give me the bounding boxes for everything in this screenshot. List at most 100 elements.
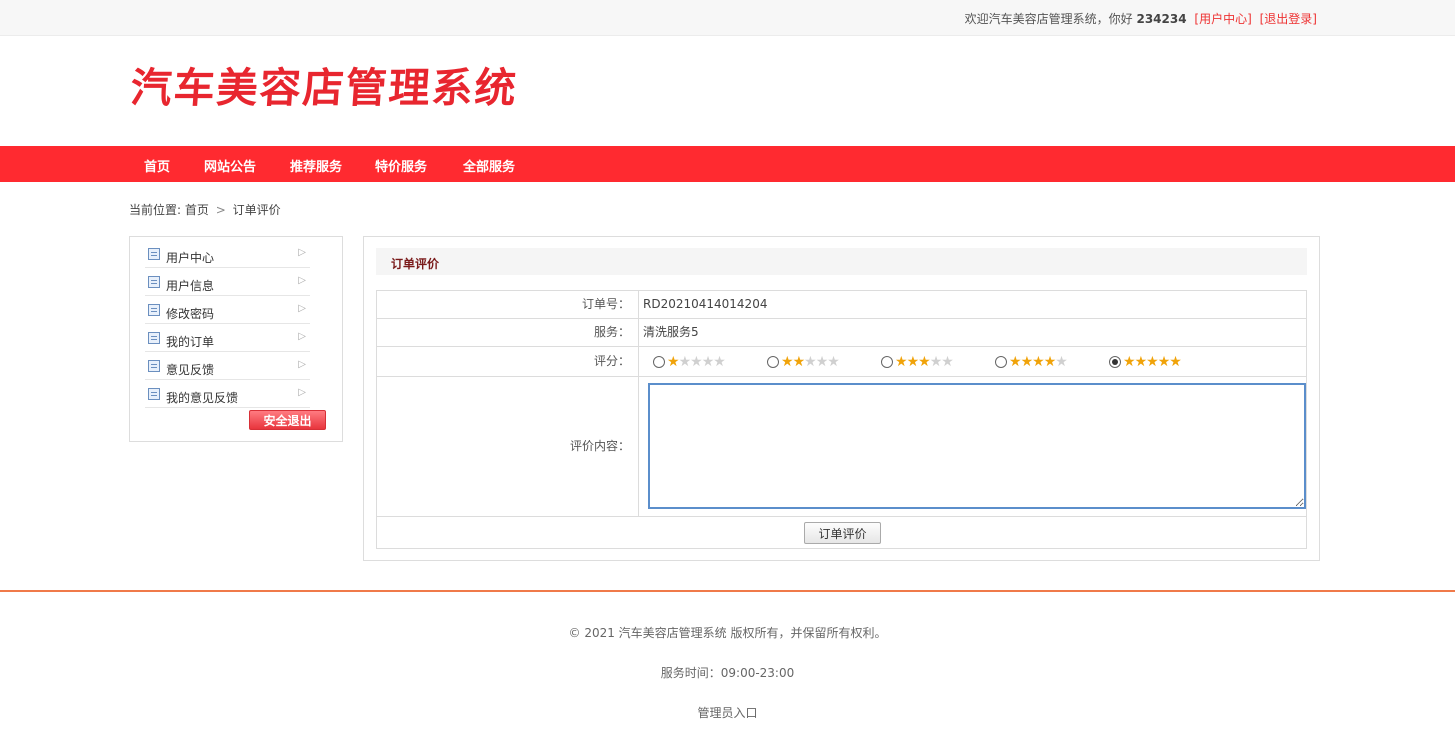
submit-review-button[interactable]: 订单评价 [804,522,881,544]
breadcrumb: 当前位置: 首页 > 订单评价 [129,201,281,218]
nav-announcements[interactable]: 网站公告 [204,156,256,175]
breadcrumb-prefix: 当前位置: [129,203,182,217]
rating-label: 评分： [377,347,639,376]
star-icon: ★ [815,354,829,370]
sidebar-item-label: 我的订单 [166,335,215,349]
star-icon: ★ [918,354,931,370]
rating-radio[interactable] [653,356,665,368]
star-icon: ★ [713,354,726,370]
form-row-submit: 订单评价 [377,517,1306,548]
document-icon [148,332,160,344]
star-icon: ★ [1043,354,1057,370]
form-row-content: 评价内容： [377,377,1306,517]
chevron-right-icon: ▷ [298,359,306,370]
form-row-rating: 评分： ★★★★★ ★★★★★ ★★★★★ ★★★★★ ★★★★★ [377,347,1306,377]
rating-radio[interactable] [881,356,893,368]
user-center-link[interactable]: [用户中心] [1194,12,1251,26]
star-icon: ★ [906,354,920,370]
sidebar-item-label: 我的意见反馈 [166,391,239,405]
panel-header: 订单评价 [376,248,1307,275]
chevron-right-icon: ▷ [298,247,306,258]
form-row-service: 服务： 清洗服务5 [377,319,1306,347]
main-nav: 首页 网站公告 推荐服务 特价服务 全部服务 [0,146,1455,182]
star-icon: ★ [1146,354,1159,370]
order-review-panel: 订单评价 订单号： RD20210414014204 服务： 清洗服务5 评分：… [363,236,1320,561]
star-icon: ★ [1134,354,1148,370]
footer-hours: 服务时间：09:00-23:00 [660,666,795,680]
document-icon [148,360,160,372]
rating-radio[interactable] [995,356,1007,368]
nav-all-services[interactable]: 全部服务 [463,156,515,175]
content-cell [643,377,1306,516]
stars-icon: ★★★★★ [1123,354,1182,370]
stars-icon: ★★★★★ [1009,354,1068,370]
sidebar-item-user-center[interactable]: 用户中心 ▷ [145,240,310,268]
document-icon [148,304,160,316]
stars-icon: ★★★★★ [781,354,840,370]
rating-option-5-star[interactable]: ★★★★★ [1109,354,1182,370]
order-no-label: 订单号： [377,291,639,318]
star-icon: ★ [678,354,692,370]
star-icon: ★ [827,354,840,370]
star-icon: ★ [895,354,908,370]
breadcrumb-current: 订单评价 [232,203,281,217]
star-icon: ★ [1169,354,1182,370]
site-logo: 汽车美容店管理系统 [129,64,520,112]
order-no-value: RD20210414014204 [643,297,768,311]
service-value: 清洗服务5 [643,325,699,339]
stars-icon: ★★★★★ [667,354,726,370]
sidebar-item-feedback[interactable]: 意见反馈 ▷ [145,352,310,380]
rating-option-2-star[interactable]: ★★★★★ [767,354,840,370]
profile-card-icon [148,248,160,260]
review-form: 订单号： RD20210414014204 服务： 清洗服务5 评分： ★★★★… [376,290,1307,549]
rating-option-4-star[interactable]: ★★★★★ [995,354,1068,370]
star-icon: ★ [929,354,943,370]
sidebar-item-label: 用户信息 [166,279,215,293]
star-icon: ★ [1123,354,1136,370]
form-row-order-no: 订单号： RD20210414014204 [377,291,1306,319]
nav-home[interactable]: 首页 [144,156,170,175]
sidebar-item-my-feedback[interactable]: 我的意见反馈 ▷ [145,380,310,408]
rating-radio[interactable] [1109,356,1121,368]
stars-icon: ★★★★★ [895,354,954,370]
service-label: 服务： [377,319,639,346]
sidebar-item-label: 意见反馈 [166,363,215,377]
footer-divider [0,590,1455,592]
star-icon: ★ [1157,354,1171,370]
panel-title: 订单评价 [391,257,440,271]
rating-option-3-star[interactable]: ★★★★★ [881,354,954,370]
logout-link[interactable]: [退出登录] [1260,12,1317,26]
star-icon: ★ [941,354,954,370]
sidebar-item-label: 修改密码 [166,307,215,321]
rating-option-1-star[interactable]: ★★★★★ [653,354,726,370]
star-icon: ★ [1055,354,1068,370]
profile-card-icon [148,276,160,288]
sidebar: 用户中心 ▷ 用户信息 ▷ 修改密码 ▷ 我的订单 ▷ 意见反馈 ▷ 我的意见反… [129,236,343,442]
star-icon: ★ [690,354,703,370]
review-content-textarea[interactable] [648,383,1306,509]
rating-options: ★★★★★ ★★★★★ ★★★★★ ★★★★★ ★★★★★ [643,347,1306,376]
rating-radio[interactable] [767,356,779,368]
breadcrumb-home[interactable]: 首页 [185,203,209,217]
username: 234234 [1136,12,1187,26]
safe-logout-button[interactable]: 安全退出 [249,410,326,430]
sidebar-item-change-password[interactable]: 修改密码 ▷ [145,296,310,324]
chevron-right-icon: ▷ [298,303,306,314]
nav-special-services[interactable]: 特价服务 [375,156,427,175]
star-icon: ★ [792,354,806,370]
welcome-bar: 欢迎汽车美容店管理系统，你好 234234 [用户中心] [退出登录] [965,10,1317,27]
top-bar: 欢迎汽车美容店管理系统，你好 234234 [用户中心] [退出登录] [0,0,1455,36]
document-icon [148,388,160,400]
star-icon: ★ [1020,354,1034,370]
footer-admin-link[interactable]: 管理员入口 [0,704,1455,721]
content-label: 评价内容： [377,377,639,516]
chevron-right-icon: ▷ [298,387,306,398]
star-icon: ★ [804,354,817,370]
star-icon: ★ [701,354,715,370]
sidebar-item-my-orders[interactable]: 我的订单 ▷ [145,324,310,352]
chevron-right-icon: ▷ [298,275,306,286]
sidebar-item-user-info[interactable]: 用户信息 ▷ [145,268,310,296]
footer-copyright: © 2021 汽车美容店管理系统 版权所有，并保留所有权利。 [568,626,887,640]
star-icon: ★ [781,354,794,370]
nav-recommended-services[interactable]: 推荐服务 [290,156,342,175]
